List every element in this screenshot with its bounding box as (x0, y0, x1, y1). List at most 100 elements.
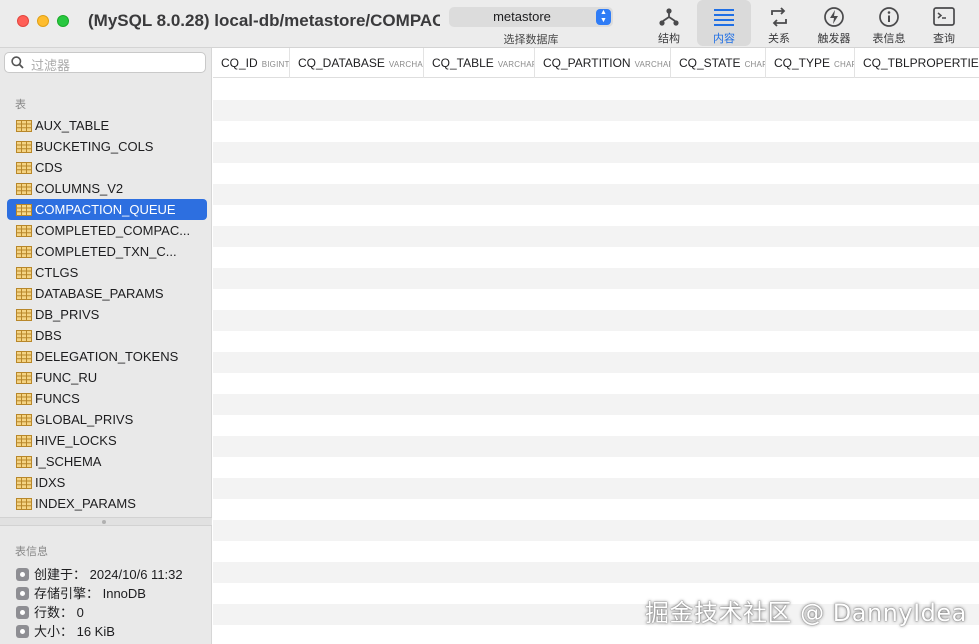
structure-label: 结构 (658, 33, 680, 45)
table-icon (16, 309, 32, 321)
table-list-item[interactable]: IDXS (7, 472, 207, 493)
triggers-label: 触发器 (817, 33, 851, 45)
table-name: COMPLETED_TXN_C... (35, 244, 177, 259)
table-list-item[interactable]: CTLGS (7, 262, 207, 283)
splitter-grip-icon (102, 520, 106, 524)
column-type: CHAR (834, 60, 854, 69)
column-header[interactable]: CQ_STATE CHAR (671, 48, 766, 78)
content-label: 内容 (713, 33, 735, 45)
table-name: AUX_TABLE (35, 118, 110, 133)
table-icon (16, 183, 32, 195)
table-list-item[interactable]: GLOBAL_PRIVS (7, 409, 207, 430)
empty-grid-row (213, 289, 979, 310)
table-list-item[interactable]: AUX_TABLE (7, 115, 207, 136)
column-type: CHAR (744, 60, 766, 69)
content-grid[interactable]: CQ_IDBIGINTCQ_DATABASEVARCHARCQ_TABLEVAR… (213, 48, 979, 644)
column-header[interactable]: CQ_ID BIGINT (213, 48, 290, 78)
table-info-icon (879, 7, 899, 27)
database-select[interactable]: metastore ▲ ▼ (449, 7, 613, 27)
table-name: COMPLETED_COMPAC... (35, 223, 191, 238)
empty-grid-row (213, 562, 979, 583)
table-icon (16, 351, 32, 363)
table-list-item[interactable]: COMPACTION_QUEUE (7, 199, 207, 220)
column-type: VARCHAR (388, 60, 423, 69)
empty-grid-row (213, 394, 979, 415)
database-select-caption: 选择数据库 (503, 34, 559, 46)
table-list-item[interactable]: FUNCS (7, 388, 207, 409)
table-list-item[interactable]: HIVE_LOCKS (7, 430, 207, 451)
table-list-item[interactable]: INDEX_PARAMS (7, 493, 207, 514)
column-type: BIGINT (261, 60, 290, 69)
table-name: DBS (35, 328, 62, 343)
column-header[interactable]: CQ_TYPECHAR (766, 48, 855, 78)
filter-search-field[interactable]: 过滤器 (4, 52, 206, 73)
table-list-item[interactable]: COLUMNS_V2 (7, 178, 207, 199)
empty-grid-row (213, 247, 979, 268)
column-name: CQ_TABLE (432, 56, 494, 70)
sidebar-splitter[interactable] (0, 517, 212, 526)
table-name: CTLGS (35, 265, 79, 280)
table-name: BUCKETING_COLS (35, 139, 154, 154)
table-list-item[interactable]: COMPLETED_TXN_C... (7, 241, 207, 262)
column-header[interactable]: CQ_DATABASEVARCHAR (290, 48, 424, 78)
close-window-button[interactable] (17, 15, 29, 27)
info-bullet-icon (16, 606, 29, 619)
table-list-item[interactable]: FUNC_RU (7, 367, 207, 388)
empty-grid-row (213, 79, 979, 100)
table-list-item[interactable]: CDS (7, 157, 207, 178)
tables-list: AUX_TABLE BUCKETING_COLS CDS COLUMNS_V2 COMP… (7, 115, 207, 514)
relations-button[interactable]: 关系 (752, 0, 806, 48)
content-button[interactable]: 内容 (697, 0, 751, 46)
empty-grid-row (213, 415, 979, 436)
zoom-window-button[interactable] (57, 15, 69, 27)
minimize-window-button[interactable] (37, 15, 49, 27)
table-icon (16, 393, 32, 405)
relations-label: 关系 (768, 33, 790, 45)
column-type: VARCHAR (497, 60, 535, 69)
table-list-item[interactable]: DATABASE_PARAMS (7, 283, 207, 304)
table-info-button[interactable]: 表信息 (862, 0, 916, 48)
empty-grid-row (213, 520, 979, 541)
table-list-item[interactable]: DBS (7, 325, 207, 346)
table-icon (16, 330, 32, 342)
table-name: DATABASE_PARAMS (35, 286, 164, 301)
query-button[interactable]: 查询 (917, 0, 971, 48)
filter-placeholder: 过滤器 (31, 58, 71, 73)
empty-grid-row (213, 436, 979, 457)
table-list-item[interactable]: DB_PRIVS (7, 304, 207, 325)
table-list-item[interactable]: DELEGATION_TOKENS (7, 346, 207, 367)
table-name: GLOBAL_PRIVS (35, 412, 134, 427)
table-name: FUNCS (35, 391, 80, 406)
column-name: CQ_DATABASE (298, 56, 385, 70)
relations-icon (771, 7, 787, 27)
column-header[interactable]: CQ_TBLPROPERTIESV (855, 48, 979, 78)
column-header[interactable]: CQ_PARTITION VARCHAR (535, 48, 671, 78)
table-icon (16, 225, 32, 237)
triggers-button[interactable]: 触发器 (807, 0, 861, 48)
table-icon (16, 204, 32, 216)
table-info-item: 创建于： 2024/10/6 11:32 (16, 565, 206, 584)
column-name: CQ_ID (221, 56, 258, 70)
table-icon (16, 288, 32, 300)
table-name: DELEGATION_TOKENS (35, 349, 179, 364)
table-icon (16, 435, 32, 447)
watermark: 掘金技术社区 @ DannyIdea (645, 599, 967, 627)
table-list-item[interactable]: I_SCHEMA (7, 451, 207, 472)
empty-grid-row (213, 478, 979, 499)
table-info-list: 创建于： 2024/10/6 11:32 存储引擎： InnoDB 行数： 0 大小：… (16, 565, 206, 641)
table-info-text: 行数： 0 (34, 605, 84, 620)
info-bullet-icon (16, 625, 29, 638)
table-name: I_SCHEMA (35, 454, 102, 469)
empty-grid-row (213, 163, 979, 184)
table-list-item[interactable]: COMPLETED_COMPAC... (7, 220, 207, 241)
table-icon (16, 141, 32, 153)
column-header[interactable]: CQ_TABLE VARCHAR (424, 48, 535, 78)
table-icon (16, 162, 32, 174)
search-icon (11, 56, 24, 69)
empty-grid-row (213, 268, 979, 289)
table-info-label: 表信息 (872, 33, 906, 45)
structure-button[interactable]: 结构 (642, 0, 696, 48)
table-list-item[interactable]: BUCKETING_COLS (7, 136, 207, 157)
column-name: CQ_TBLPROPERTIES (863, 56, 979, 70)
content-icon (714, 9, 734, 26)
